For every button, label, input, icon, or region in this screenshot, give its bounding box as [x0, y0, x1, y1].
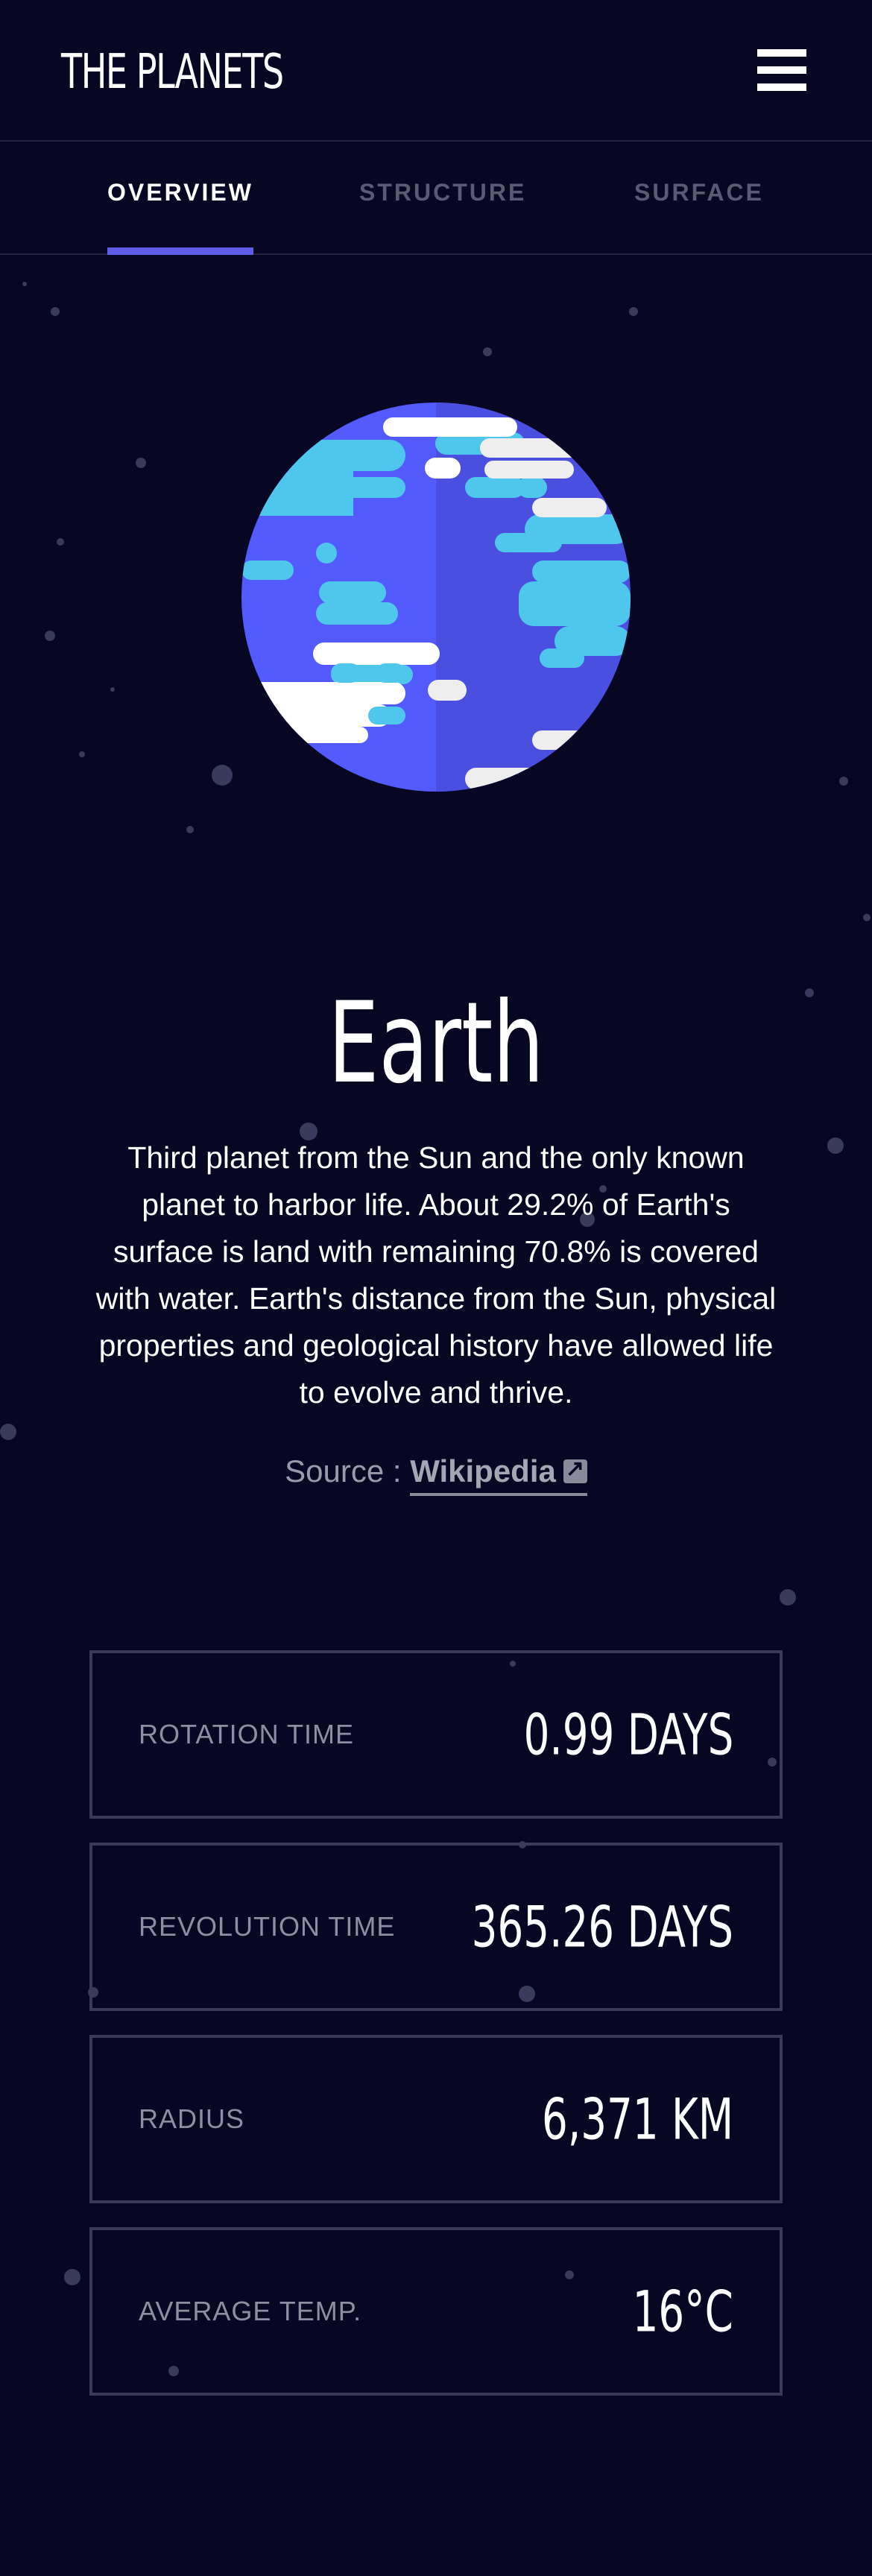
stat-value: 0.99 DAYS [523, 1701, 733, 1768]
app-logo[interactable]: THE PLANETS [61, 45, 284, 100]
stat-value: 365.26 DAYS [471, 1893, 733, 1960]
page: THE PLANETS OVERVIEW STRUCTURE SURFACE E… [0, 0, 872, 2576]
wikipedia-link-label: Wikipedia [410, 1453, 556, 1489]
hamburger-menu-icon[interactable] [757, 49, 806, 91]
stat-radius: RADIUS 6,371 KM [89, 2035, 783, 2203]
source-prefix: Source : [285, 1453, 411, 1489]
wikipedia-link[interactable]: Wikipedia [410, 1453, 587, 1496]
planet-view-tabs: OVERVIEW STRUCTURE SURFACE [0, 142, 872, 255]
app-header: THE PLANETS [0, 0, 872, 142]
tab-overview[interactable]: OVERVIEW [107, 179, 253, 255]
tab-structure[interactable]: STRUCTURE [359, 179, 526, 255]
planet-name: Earth [328, 979, 544, 1108]
stat-label: AVERAGE TEMP. [139, 2296, 362, 2326]
planet-description: Third planet from the Sun and the only k… [95, 1140, 777, 1409]
tab-surface[interactable]: SURFACE [634, 179, 764, 255]
stat-label: ROTATION TIME [139, 1719, 354, 1749]
source-line: Source : Wikipedia [0, 1453, 872, 1496]
external-link-icon [563, 1456, 587, 1483]
stat-average-temp: AVERAGE TEMP. 16°C [89, 2227, 783, 2396]
stat-label: REVOLUTION TIME [139, 1911, 396, 1942]
stat-rotation-time: ROTATION TIME 0.99 DAYS [89, 1650, 783, 1819]
earth-illustration [241, 402, 631, 792]
stat-label: RADIUS [139, 2103, 245, 2134]
stat-value: 16°C [632, 2278, 733, 2345]
stat-revolution-time: REVOLUTION TIME 365.26 DAYS [89, 1843, 783, 2011]
stat-value: 6,371 KM [541, 2086, 733, 2153]
